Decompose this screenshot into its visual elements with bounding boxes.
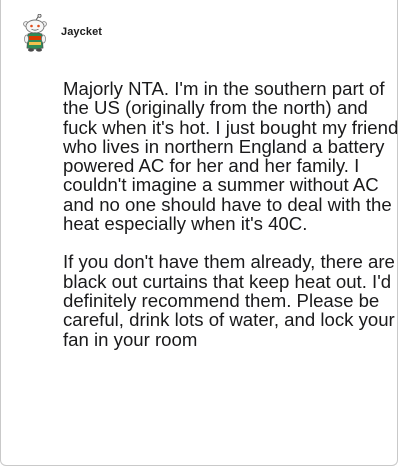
username[interactable]: Jaycket: [61, 26, 102, 38]
snoo-avatar-icon: [23, 13, 47, 52]
comment-body: Majorly NTA. I'm in the southern part of…: [63, 79, 399, 349]
comment-card: Jaycket Majorly NTA. I'm in the southern…: [0, 0, 398, 466]
comment-paragraph: If you don't have them already, there ar…: [63, 251, 395, 350]
comment-header: Jaycket: [21, 13, 102, 54]
avatar[interactable]: [21, 13, 49, 54]
comment-paragraph: Majorly NTA. I'm in the southern part of…: [63, 78, 399, 235]
